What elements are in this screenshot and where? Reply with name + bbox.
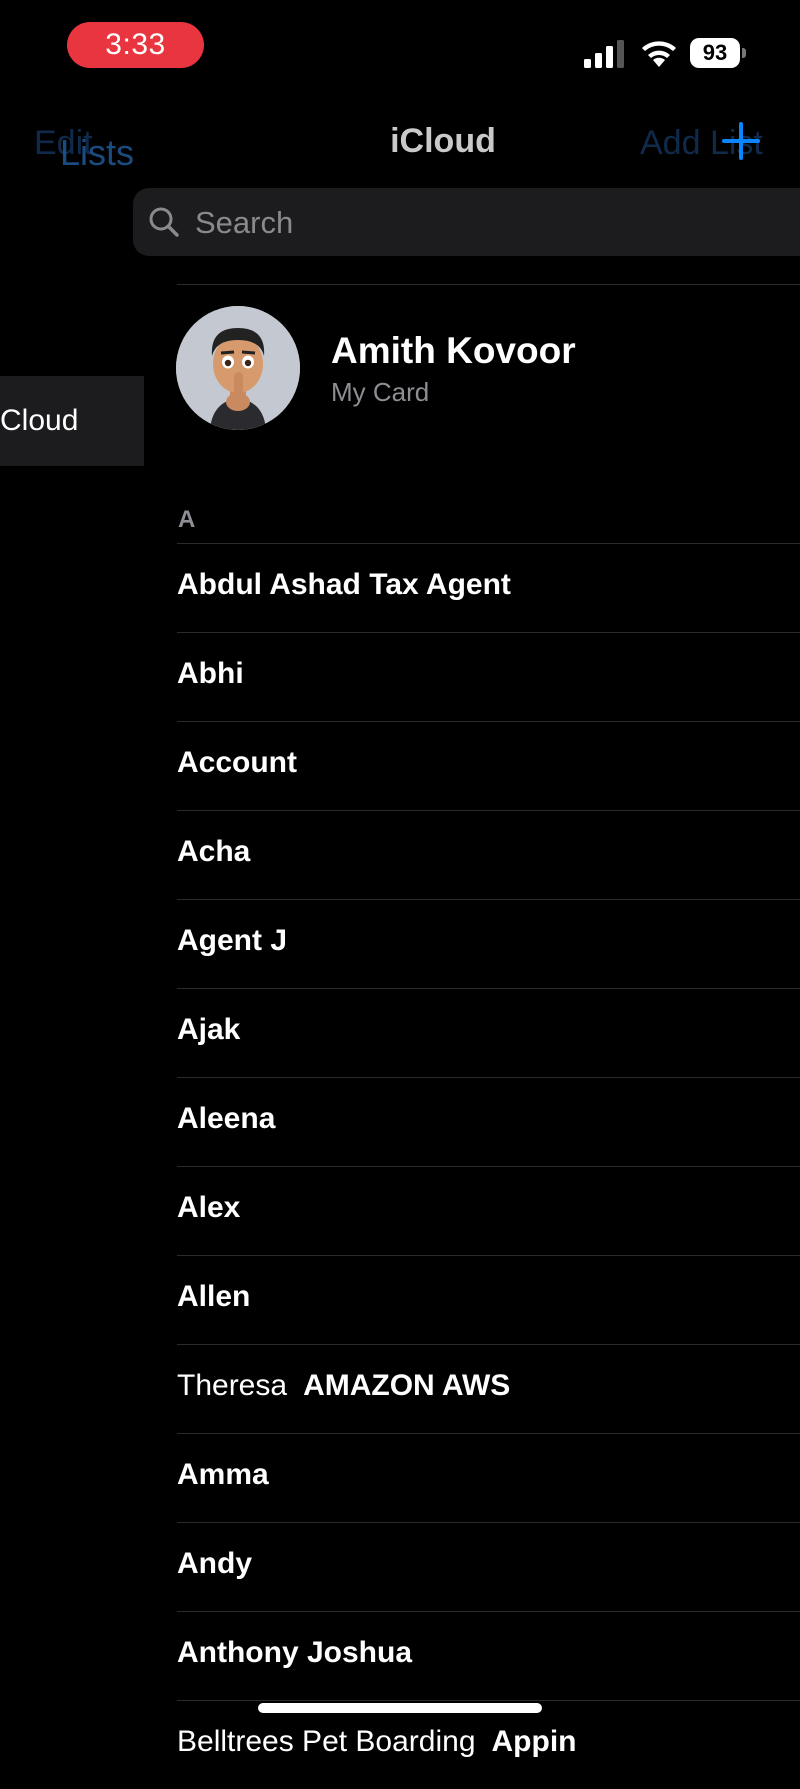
contact-last-name: Anthony Joshua [177, 1636, 413, 1669]
cellular-signal-icon [584, 40, 624, 68]
contact-name: Andy [177, 1547, 252, 1581]
contact-row[interactable]: Andy [177, 1522, 800, 1611]
contact-name: Allen [177, 1280, 250, 1314]
contact-name: Acha [177, 835, 250, 869]
contact-name: Belltrees Pet Boarding Appin [177, 1725, 577, 1759]
contact-name: Agent J [177, 924, 287, 958]
contact-row[interactable]: Amma [177, 1433, 800, 1522]
contact-last-name: Allen [177, 1280, 251, 1313]
add-contact-plus-icon[interactable] [720, 120, 762, 162]
contact-name: Theresa AMAZON AWS [177, 1369, 510, 1403]
memoji-avatar-icon [176, 306, 300, 430]
contact-name: Anthony Joshua [177, 1636, 412, 1670]
battery-icon: 93 [690, 38, 746, 68]
contact-name: Ajak [177, 1013, 240, 1047]
contact-last-name: Acha [177, 835, 251, 868]
contact-last-name: Ajak [177, 1013, 241, 1046]
contact-row[interactable]: Ajak [177, 988, 800, 1077]
search-bar[interactable] [133, 188, 800, 258]
my-card-label: My Card [331, 377, 430, 407]
contact-row[interactable]: Abhi [177, 632, 800, 721]
contact-last-name: Account [177, 746, 297, 779]
contact-last-name: Aleena [177, 1102, 276, 1135]
contact-row[interactable]: Alex [177, 1166, 800, 1255]
contact-row[interactable]: Acha [177, 810, 800, 899]
contact-name: Aleena [177, 1102, 275, 1136]
contact-row[interactable]: Theresa AMAZON AWS [177, 1344, 800, 1433]
contact-row[interactable]: Account [177, 721, 800, 810]
battery-cap [742, 48, 746, 58]
contact-row[interactable]: Allen [177, 1255, 800, 1344]
avatar[interactable] [176, 306, 300, 430]
section-header: A [178, 506, 196, 533]
wifi-icon [642, 41, 676, 67]
battery-level: 93 [690, 38, 740, 68]
sidebar-item-icloud[interactable]: Cloud [0, 376, 144, 466]
home-indicator[interactable] [258, 1703, 542, 1713]
contact-row[interactable]: Agent J [177, 899, 800, 988]
contact-last-name: Andy [177, 1547, 252, 1580]
contact-last-name: Agent J [177, 924, 288, 957]
contact-row[interactable]: Belltrees Pet Boarding Appin [177, 1700, 800, 1789]
contact-name: Alex [177, 1191, 240, 1225]
contact-name: Account [177, 746, 297, 780]
contact-name: Amma [177, 1458, 269, 1492]
status-bar: 3:33 93 [0, 0, 800, 90]
contact-last-name: Abdul Ashad Tax Agent [177, 568, 511, 601]
search-input[interactable] [193, 188, 800, 258]
my-card-name[interactable]: Amith Kovoor [331, 330, 576, 372]
contact-first-name: Theresa [177, 1369, 288, 1402]
contact-name: Abhi [177, 657, 244, 691]
contact-last-name: Abhi [177, 657, 244, 690]
contact-row[interactable]: Abdul Ashad Tax Agent [177, 543, 800, 632]
contact-last-name: Amma [177, 1458, 269, 1491]
contact-list: Abdul Ashad Tax Agent Abhi Account Acha … [177, 543, 800, 1789]
divider [177, 284, 800, 285]
status-time[interactable]: 3:33 [67, 22, 204, 68]
search-icon [149, 207, 179, 237]
contact-row[interactable]: Anthony Joshua [177, 1611, 800, 1700]
contact-last-name: AMAZON AWS [303, 1369, 511, 1402]
sidebar-item-label: Cloud [0, 404, 79, 437]
contact-row[interactable]: Aleena [177, 1077, 800, 1166]
contact-last-name: Alex [177, 1191, 241, 1224]
contact-name: Abdul Ashad Tax Agent [177, 568, 511, 602]
